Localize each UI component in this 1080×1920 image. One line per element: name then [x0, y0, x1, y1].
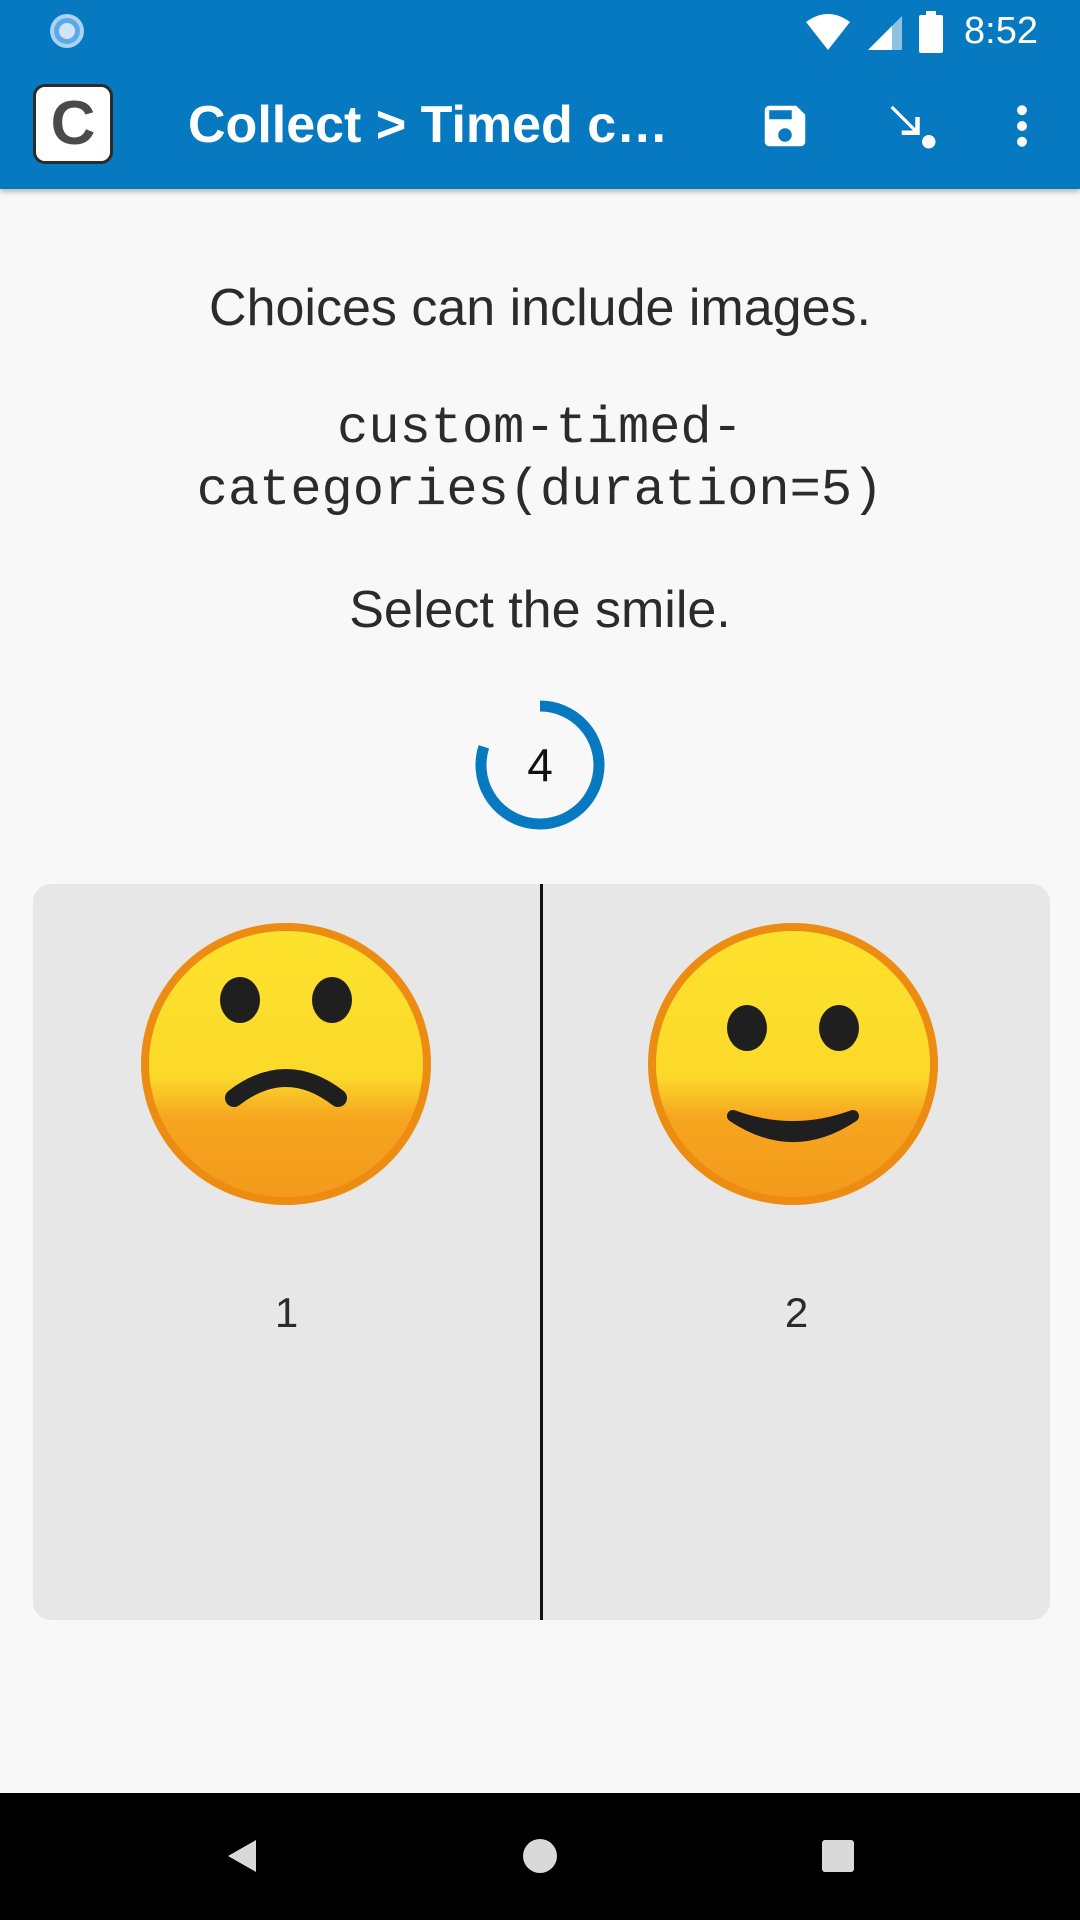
choice-item[interactable]: 2: [543, 884, 1050, 1620]
smiling-face-icon: [648, 923, 938, 1205]
app-logo: C: [33, 84, 113, 164]
choice-label: 2: [784, 1289, 809, 1336]
choice-grid: 1 2: [33, 884, 1050, 1620]
recents-button[interactable]: [803, 1821, 873, 1891]
appearance-line-1: custom-timed-: [337, 399, 743, 458]
status-time: 8:52: [964, 10, 1038, 52]
frowning-face-icon: [141, 923, 431, 1205]
status-bar: 8:52: [0, 0, 1080, 63]
status-right: 8:52: [804, 0, 1038, 63]
jump-button[interactable]: [878, 91, 948, 161]
navigation-bar: [0, 1793, 1080, 1920]
appearance-line-2: categories(duration=5): [196, 461, 884, 520]
sync-spinner-icon: [50, 14, 84, 48]
back-icon: [228, 1840, 256, 1872]
choice-label: 1: [274, 1289, 299, 1336]
back-button[interactable]: [207, 1821, 277, 1891]
question-label: Choices can include images.: [209, 279, 871, 337]
question-hint: Select the smile.: [349, 581, 731, 639]
timer-value: 4: [527, 739, 553, 791]
countdown-timer: 4: [475, 700, 605, 830]
app-bar: C Collect > Timed categories: [0, 63, 1080, 189]
save-button[interactable]: [750, 91, 820, 161]
question-appearance: custom-timed- categories(duration=5): [0, 398, 1080, 522]
home-icon: [523, 1839, 557, 1873]
choice-item[interactable]: 1: [33, 884, 540, 1620]
more-vert-icon: [1017, 105, 1027, 147]
app-title: Collect > Timed categories: [188, 96, 688, 154]
battery-icon: [919, 10, 944, 53]
home-button[interactable]: [505, 1821, 575, 1891]
recents-icon: [822, 1840, 854, 1872]
wifi-icon: [806, 13, 851, 50]
save-icon: [764, 105, 806, 147]
signal-icon: [868, 15, 903, 50]
app-logo-letter: C: [50, 89, 96, 158]
more-options-button[interactable]: [987, 91, 1057, 161]
jump-icon: [890, 105, 936, 149]
screen: 8:52 C Collect > Timed categories: [0, 0, 1080, 1920]
